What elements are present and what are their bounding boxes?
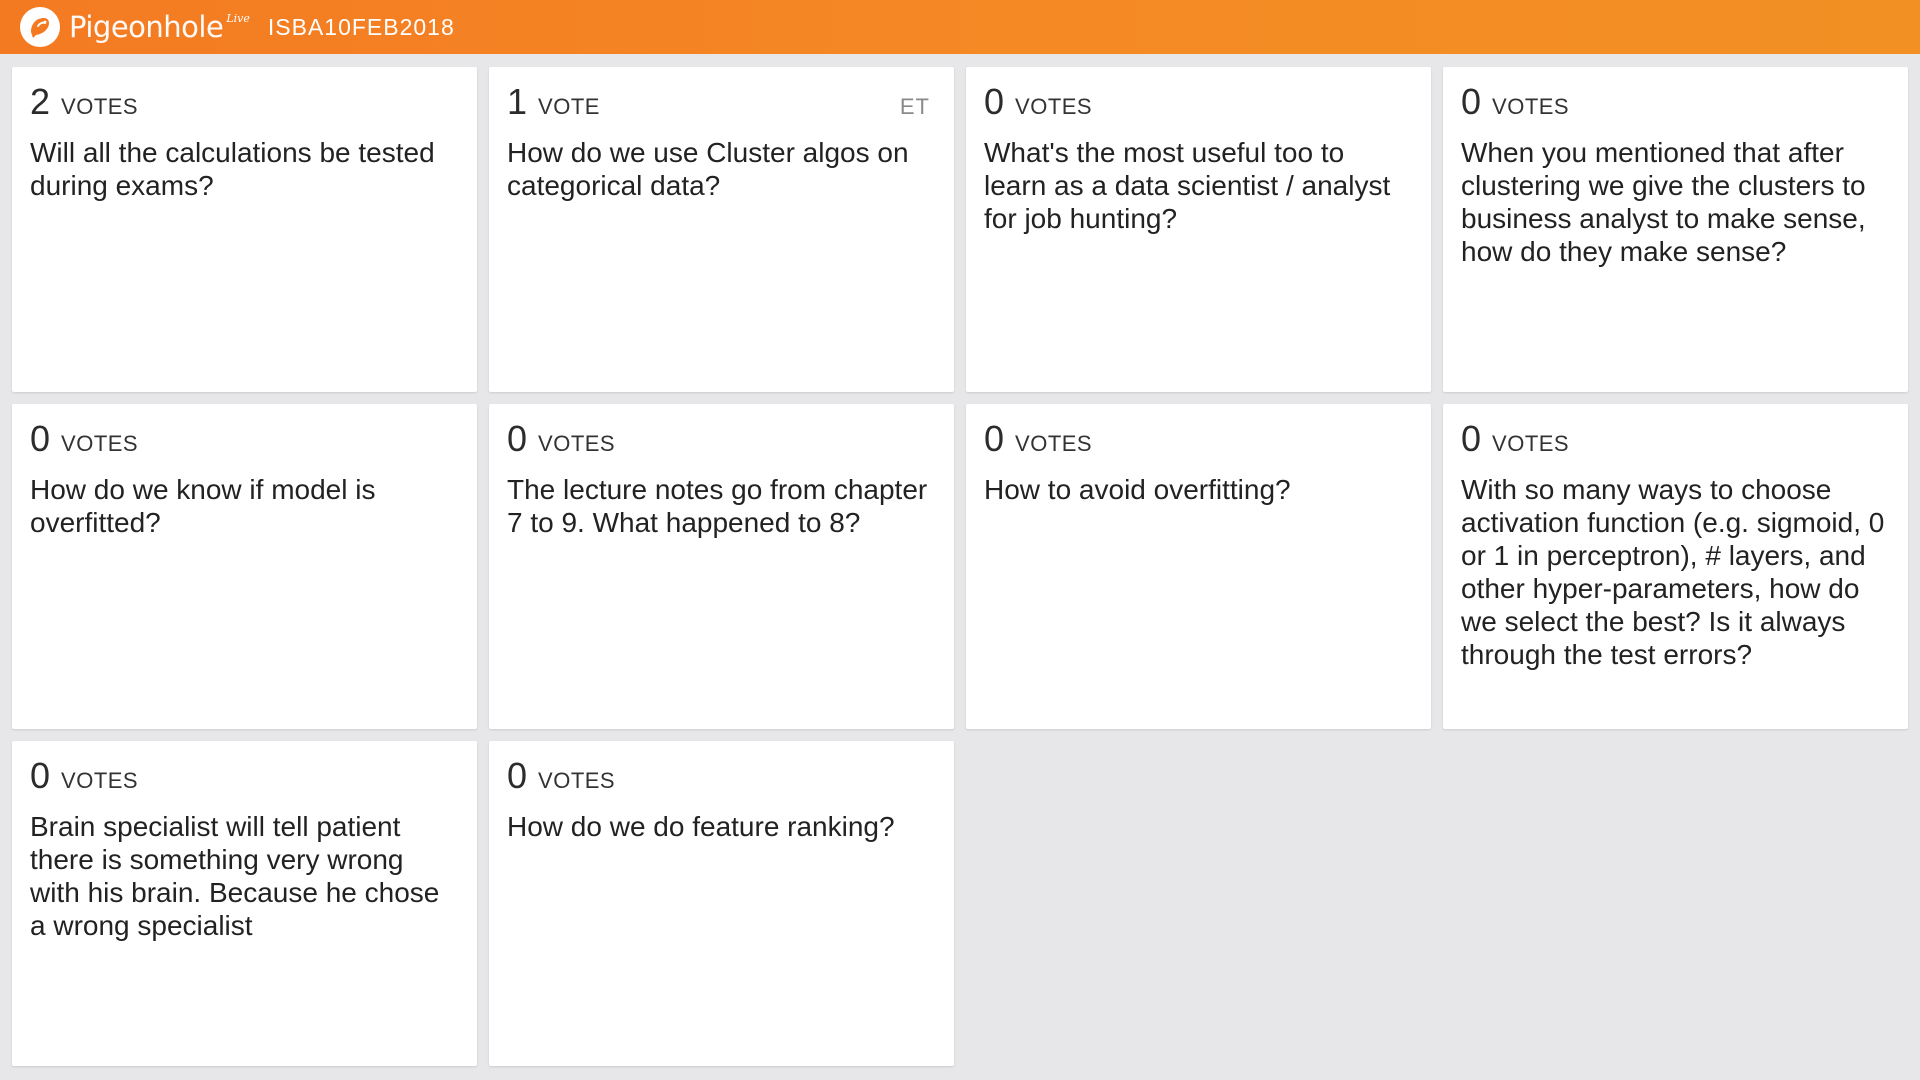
brand-live-badge: Live (226, 12, 250, 25)
question-text: How do we use Cluster algos on categoric… (507, 137, 909, 201)
question-text: How do we do feature ranking? (507, 811, 895, 842)
event-code: ISBA10FEB2018 (267, 13, 455, 40)
question-card[interactable]: 0 VOTES The lecture notes go from chapte… (489, 404, 954, 729)
question-text: With so many ways to choose activation f… (1461, 474, 1885, 670)
vote-count: 2 (30, 81, 51, 122)
question-text: How to avoid overfitting? (984, 474, 1291, 505)
question-text: When you mentioned that after clustering… (1461, 137, 1866, 267)
vote-count: 0 (984, 418, 1005, 459)
question-card[interactable]: 0 VOTES How to avoid overfitting? (966, 404, 1431, 729)
vote-label: VOTES (61, 94, 139, 119)
vote-count: 0 (30, 755, 51, 796)
vote-label: VOTES (538, 768, 616, 793)
question-text: How do we know if model is overfitted? (30, 474, 376, 538)
vote-label: VOTES (1492, 94, 1570, 119)
vote-line: 0 VOTES (30, 755, 459, 799)
vote-label: VOTES (61, 768, 139, 793)
vote-label: VOTES (1492, 431, 1570, 456)
vote-count: 0 (507, 755, 528, 796)
question-card[interactable]: 1 VOTE ET How do we use Cluster algos on… (489, 67, 954, 392)
vote-count: 0 (1461, 418, 1482, 459)
vote-line: 1 VOTE (507, 81, 936, 125)
vote-count: 1 (507, 81, 528, 122)
question-card[interactable]: 0 VOTES What's the most useful too to le… (966, 67, 1431, 392)
brand-name: Pigeonhole (69, 10, 224, 44)
question-card[interactable]: 0 VOTES How do we know if model is overf… (12, 404, 477, 729)
question-text: What's the most useful too to learn as a… (984, 137, 1391, 234)
vote-count: 0 (30, 418, 51, 459)
vote-line: 0 VOTES (1461, 418, 1890, 462)
question-card[interactable]: 0 VOTES When you mentioned that after cl… (1443, 67, 1908, 392)
question-grid: 2 VOTES Will all the calculations be tes… (12, 67, 1908, 1066)
vote-line: 0 VOTES (507, 755, 936, 799)
vote-line: 0 VOTES (30, 418, 459, 462)
vote-line: 0 VOTES (984, 418, 1413, 462)
vote-label: VOTE (538, 94, 600, 119)
vote-line: 0 VOTES (507, 418, 936, 462)
vote-label: VOTES (538, 431, 616, 456)
vote-count: 0 (984, 81, 1005, 122)
vote-line: 2 VOTES (30, 81, 459, 125)
question-card[interactable]: 2 VOTES Will all the calculations be tes… (12, 67, 477, 392)
question-card[interactable]: 0 VOTES With so many ways to choose acti… (1443, 404, 1908, 729)
vote-line: 0 VOTES (1461, 81, 1890, 125)
question-card[interactable]: 0 VOTES How do we do feature ranking? (489, 741, 954, 1066)
question-tag: ET (899, 94, 930, 119)
question-card[interactable]: 0 VOTES Brain specialist will tell patie… (12, 741, 477, 1066)
vote-count: 0 (1461, 81, 1482, 122)
pigeon-icon (20, 7, 60, 47)
vote-label: VOTES (1015, 94, 1093, 119)
vote-count: 0 (507, 418, 528, 459)
vote-label: VOTES (1015, 431, 1093, 456)
question-text: Brain specialist will tell patient there… (30, 811, 440, 941)
vote-line: 0 VOTES (984, 81, 1413, 125)
pigeonhole-logo[interactable]: Pigeonhole Live (20, 0, 250, 54)
question-text: Will all the calculations be tested duri… (30, 137, 435, 201)
question-text: The lecture notes go from chapter 7 to 9… (507, 474, 928, 538)
top-bar: Pigeonhole Live ISBA10FEB2018 (0, 0, 1920, 54)
vote-label: VOTES (61, 431, 139, 456)
